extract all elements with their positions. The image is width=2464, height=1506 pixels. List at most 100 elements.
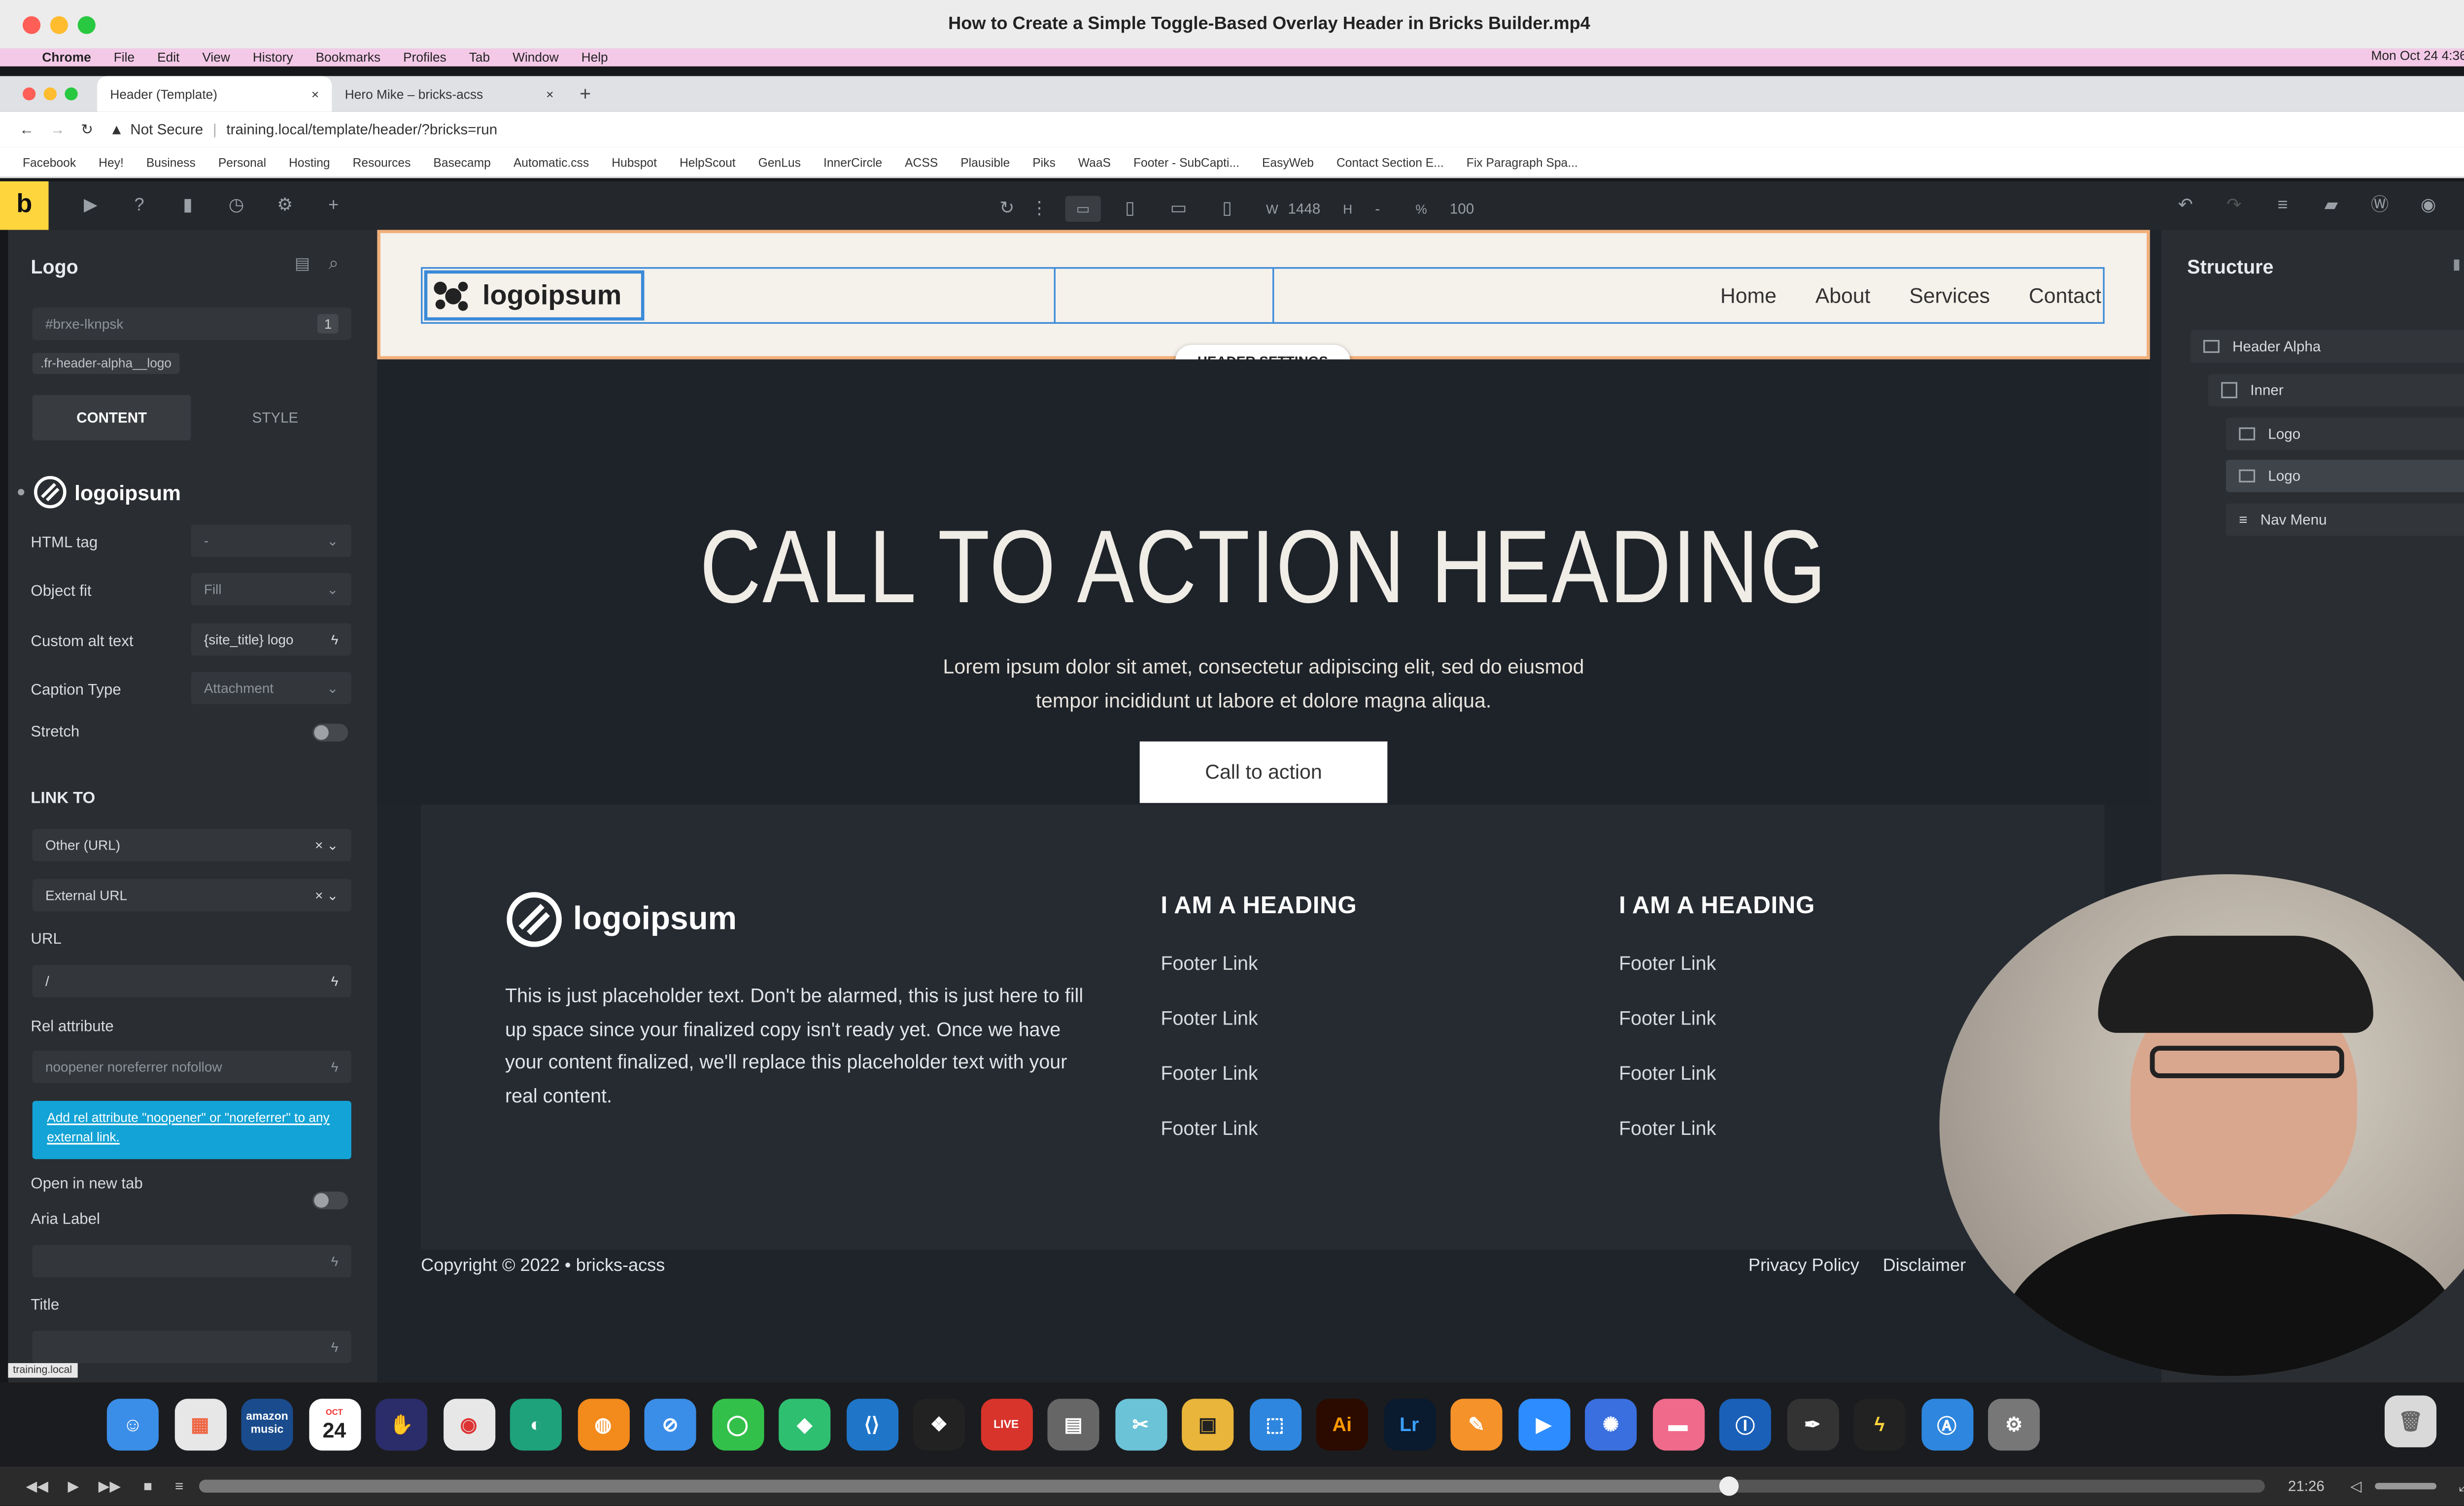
header-logo[interactable]: logoipsum	[424, 270, 645, 321]
bookmark-item[interactable]: Plausible	[960, 155, 1010, 170]
redo-icon[interactable]: ↷	[2224, 196, 2244, 215]
progress-knob[interactable]	[1718, 1476, 1738, 1496]
dynamic-data-icon[interactable]: ϟ	[331, 631, 339, 648]
browser-close-icon[interactable]	[22, 87, 36, 101]
app-diamond-icon[interactable]: ◆	[779, 1399, 831, 1451]
wordpress-icon[interactable]: Ⓦ	[2370, 196, 2389, 215]
add-element-icon[interactable]: +	[324, 196, 343, 215]
bookmark-item[interactable]: Business	[146, 155, 196, 170]
bricks-logo[interactable]: b	[0, 181, 49, 230]
browser-minimize-icon[interactable]	[43, 87, 57, 101]
footer-logo[interactable]: logoipsum	[507, 892, 737, 947]
chapters-icon[interactable]: ≡	[175, 1478, 183, 1494]
url-input[interactable]: / ϟ	[32, 964, 351, 997]
bookmark-item[interactable]: ACSS	[905, 155, 938, 170]
fullscreen-icon[interactable]: ⤢	[2459, 1477, 2464, 1495]
finder-icon[interactable]: ☺	[106, 1399, 159, 1451]
close-tab-icon[interactable]: ×	[546, 87, 553, 102]
trash-dock-icon[interactable]: 🗑	[2384, 1395, 2437, 1447]
lightroom-icon[interactable]: Lr	[1383, 1399, 1436, 1451]
warning-icon[interactable]: ▲	[109, 121, 124, 137]
preview-icon[interactable]: ◉	[2419, 196, 2438, 215]
menu-profiles[interactable]: Profiles	[403, 50, 446, 65]
tab-hero-mike[interactable]: Hero Mike – bricks-acss ×	[332, 76, 566, 111]
clear-chevron-icon[interactable]: × ⌄	[315, 836, 338, 854]
flower-app-icon[interactable]: ✺	[1585, 1399, 1637, 1451]
history-icon[interactable]: ◷	[227, 196, 246, 215]
pointer-icon[interactable]: ▶	[81, 196, 100, 215]
scissors-app-icon[interactable]: ✂	[1114, 1399, 1166, 1451]
footer-link[interactable]: Footer Link	[1161, 1007, 1258, 1029]
browser-zoom-icon[interactable]	[65, 87, 78, 101]
bolt-app-icon[interactable]: ϟ	[1853, 1399, 1906, 1451]
app-green-icon[interactable]: ◐	[510, 1399, 562, 1451]
messages-icon[interactable]: ◯	[711, 1399, 763, 1451]
mobile-breakpoint-icon[interactable]: ▯	[1217, 199, 1236, 218]
tab-header-template[interactable]: Header (Template) ×	[97, 76, 332, 112]
reload-icon[interactable]: ↻	[81, 121, 93, 138]
help-icon[interactable]: ?	[130, 196, 149, 215]
1password-icon[interactable]: Ⓘ	[1719, 1399, 1771, 1451]
browser-window-controls[interactable]	[22, 87, 78, 101]
logo-preview[interactable]: logoipsum	[18, 476, 181, 509]
menu-tab[interactable]: Tab	[469, 50, 490, 65]
illustrator-icon[interactable]: Ai	[1316, 1399, 1368, 1451]
clear-chevron-icon[interactable]: × ⌄	[315, 887, 338, 904]
app-store-icon[interactable]: Ⓐ	[1920, 1399, 1973, 1451]
live-app-icon[interactable]: LIVE	[980, 1399, 1032, 1451]
zoom-input[interactable]: 100	[1450, 201, 1474, 217]
minimize-window-icon[interactable]	[50, 16, 68, 34]
bookmark-item[interactable]: Contact Section E...	[1336, 155, 1444, 170]
menu-edit[interactable]: Edit	[157, 50, 179, 65]
launchpad-icon[interactable]: ▦	[174, 1399, 226, 1451]
refresh-icon[interactable]: ↻	[997, 199, 1017, 218]
figma-icon[interactable]: ❖	[913, 1399, 965, 1451]
structure-icon[interactable]: ≡	[2273, 196, 2292, 215]
class-manager-icon[interactable]: ▤	[295, 256, 310, 274]
caption-type-select[interactable]: Attachment ⌄	[191, 672, 351, 705]
structure-item-header-alpha[interactable]: Header Alpha	[2190, 330, 2464, 363]
progress-track[interactable]	[200, 1476, 2265, 1496]
bookmark-item[interactable]: Footer - SubCapti...	[1133, 155, 1239, 170]
aria-label-input[interactable]: ϟ	[32, 1245, 351, 1277]
bookmark-item[interactable]: GenLus	[758, 155, 801, 170]
rel-notice[interactable]: Add rel attribute "noopener" or "norefer…	[32, 1100, 351, 1160]
new-tab-icon[interactable]: +	[580, 83, 591, 105]
cta-button[interactable]: Call to action	[1139, 741, 1388, 803]
forward-icon[interactable]: →	[50, 121, 65, 137]
safari-icon[interactable]: ⊘	[644, 1399, 696, 1451]
tab-content[interactable]: CONTENT	[32, 395, 191, 441]
footer-link[interactable]: Footer Link	[1161, 1062, 1258, 1085]
bookmark-item[interactable]: Fix Paragraph Spa...	[1467, 155, 1578, 170]
html-tag-select[interactable]: - ⌄	[191, 524, 351, 557]
menu-history[interactable]: History	[253, 50, 293, 65]
firefox-icon[interactable]: ◍	[577, 1399, 629, 1451]
amazon-music-icon[interactable]: amazon music	[241, 1399, 293, 1451]
bookmark-item[interactable]: Resources	[353, 155, 411, 170]
close-tab-icon[interactable]: ×	[311, 87, 319, 102]
nav-services[interactable]: Services	[1909, 283, 1990, 308]
vscode-icon[interactable]: ⟨⟩	[846, 1399, 898, 1451]
link-type-select[interactable]: Other (URL) × ⌄	[32, 828, 351, 861]
new-tab-toggle[interactable]	[312, 1191, 348, 1209]
stop-icon[interactable]: ■	[143, 1478, 152, 1494]
pen-app-icon[interactable]: ✒	[1786, 1399, 1839, 1451]
footer-link[interactable]: Footer Link	[1619, 1007, 1716, 1029]
tab-style[interactable]: STYLE	[196, 395, 354, 441]
tablet-breakpoint-icon[interactable]: ▯	[1120, 199, 1139, 218]
logo-element-outline[interactable]	[1054, 269, 1274, 322]
bookmark-item[interactable]: Hosting	[289, 155, 330, 170]
link-kind-select[interactable]: External URL × ⌄	[32, 879, 351, 912]
nav-home[interactable]: Home	[1720, 283, 1777, 308]
privacy-link[interactable]: Privacy Policy	[1748, 1256, 1859, 1275]
element-id-field[interactable]: #brxe-lknpsk 1	[32, 308, 351, 340]
class-chip[interactable]: .fr-header-alpha__logo	[32, 353, 180, 374]
rel-input[interactable]: noopener noreferrer nofollow ϟ	[32, 1051, 351, 1083]
title-input[interactable]: ϟ	[32, 1331, 351, 1364]
security-label[interactable]: Not Secure	[130, 121, 203, 137]
nav-contact[interactable]: Contact	[2029, 283, 2101, 308]
undo-icon[interactable]: ↶	[2176, 196, 2195, 215]
pink-app-icon[interactable]: ▬	[1652, 1399, 1704, 1451]
height-input[interactable]: -	[1375, 201, 1380, 217]
bookmark-item[interactable]: HelpScout	[680, 155, 736, 170]
